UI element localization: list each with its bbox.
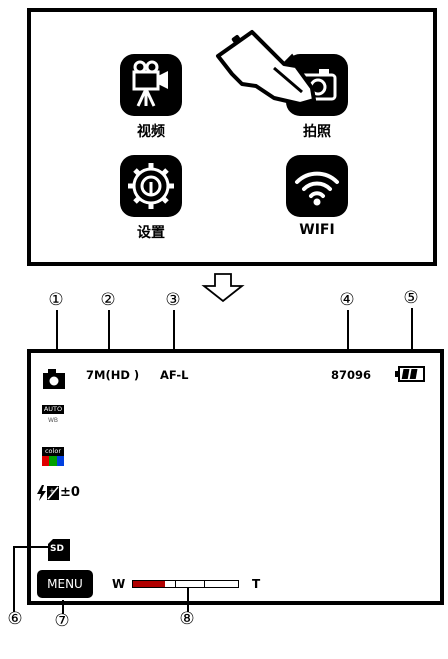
settings-label: 设置	[137, 225, 165, 241]
zoom-level-fill	[133, 581, 165, 587]
zoom-divider	[204, 581, 206, 587]
wifi-icon	[286, 155, 348, 217]
color-mode-badge: color	[42, 447, 64, 456]
callout-7: ⑦	[54, 611, 70, 631]
gear-icon	[120, 155, 182, 217]
exposure-compensation-icon: +	[37, 485, 59, 501]
zoom-tele-label: T	[252, 577, 261, 591]
focus-mode-indicator: AF-L	[160, 368, 189, 382]
white-balance-badge: AUTO	[42, 405, 64, 414]
menu-button[interactable]: MENU	[37, 570, 93, 598]
callout-4: ④	[339, 290, 355, 310]
video-label: 视频	[137, 124, 165, 140]
settings-app-button[interactable]: 设置	[106, 155, 196, 242]
white-balance-label: WB	[48, 417, 59, 424]
video-camera-icon	[120, 54, 182, 116]
callout-1: ①	[48, 290, 64, 310]
pointing-hand-icon	[216, 30, 316, 106]
zoom-bar[interactable]	[132, 580, 239, 588]
exposure-value: ±0	[60, 485, 80, 500]
callout-3: ③	[165, 290, 181, 310]
resolution-indicator: 7M(HD )	[86, 368, 140, 382]
svg-text:+: +	[49, 487, 55, 495]
menu-screen: 视频 拍照 设置 WIFI	[27, 8, 437, 266]
callout-5: ⑤	[403, 288, 419, 308]
rgb-swatch-icon	[42, 456, 64, 466]
callout-6-line	[13, 546, 15, 612]
camera-viewfinder: 7M(HD ) AF-L 87096 AUTO WB color + ±0 SD…	[27, 349, 444, 605]
callout-6: ⑥	[7, 609, 23, 629]
callout-6-line	[13, 546, 48, 548]
wifi-app-button[interactable]: WIFI	[272, 155, 362, 238]
down-arrow-icon	[201, 273, 245, 303]
zoom-wide-label: W	[112, 577, 126, 591]
shots-remaining: 87096	[331, 368, 372, 382]
callout-8: ⑧	[179, 609, 195, 629]
zoom-divider	[175, 581, 176, 587]
battery-icon	[395, 366, 425, 382]
camera-mode-icon	[43, 369, 65, 389]
wifi-label: WIFI	[299, 222, 335, 238]
video-app-button[interactable]: 视频	[106, 54, 196, 141]
callout-2: ②	[100, 290, 116, 310]
sd-card-label: SD	[50, 544, 64, 554]
photo-label: 拍照	[303, 124, 331, 140]
